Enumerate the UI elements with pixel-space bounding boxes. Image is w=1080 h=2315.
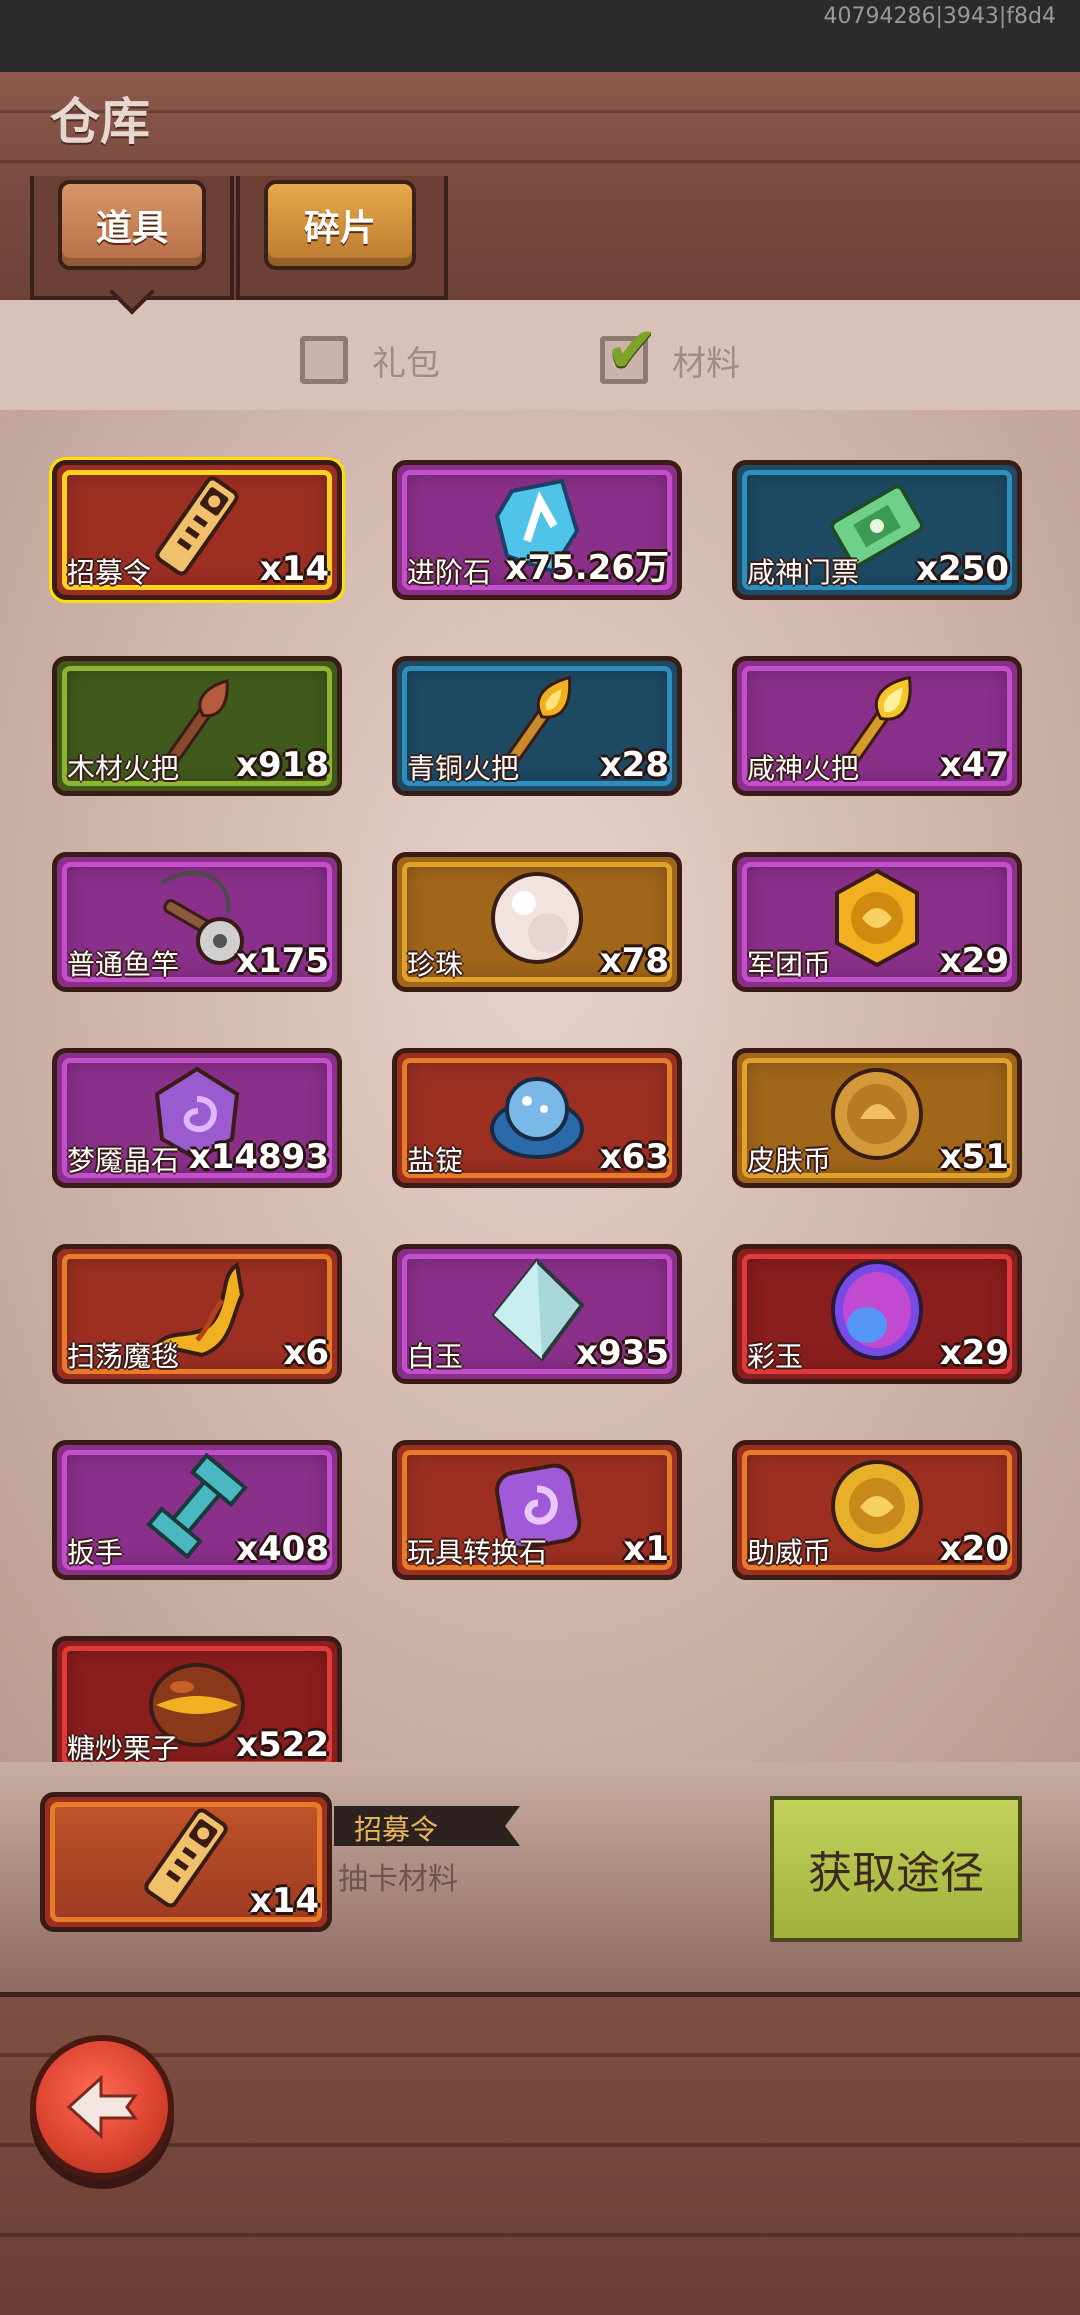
item-name: 皮肤币 xyxy=(747,1144,832,1177)
item-count: x20 xyxy=(939,1529,1009,1569)
item-name: 青铜火把 xyxy=(407,752,520,785)
item-count: x935 xyxy=(576,1333,669,1373)
item-card[interactable]: 进阶石 x75.26万 xyxy=(392,460,682,600)
item-name: 助威币 xyxy=(747,1536,832,1569)
item-card[interactable]: 木材火把 x918 xyxy=(52,656,342,796)
item-count: x63 xyxy=(599,1137,669,1177)
tab-items[interactable]: 道具 xyxy=(58,180,206,270)
selected-item-name: 招募令 xyxy=(354,1813,439,1846)
item-count: x522 xyxy=(236,1725,329,1762)
filter-gift-pack[interactable]: 礼包 xyxy=(300,332,440,388)
item-name: 玩具转换石 xyxy=(407,1536,548,1569)
item-card[interactable]: 梦魇晶石 x14893 xyxy=(52,1048,342,1188)
tab-bar: 道具 碎片 xyxy=(0,176,1080,304)
item-card[interactable]: 扳手 x408 xyxy=(52,1440,342,1580)
item-card[interactable]: 军团币 x29 xyxy=(732,852,1022,992)
tab-fragments[interactable]: 碎片 xyxy=(264,180,416,270)
item-card[interactable]: 咸神火把 x47 xyxy=(732,656,1022,796)
item-card[interactable]: 助威币 x20 xyxy=(732,1440,1022,1580)
item-name: 招募令 xyxy=(67,556,152,589)
item-count: x78 xyxy=(599,941,669,981)
inventory-panel[interactable]: 招募令 x14 进阶石 x75.26万 咸神门票 x250 木材火把 x918 青铜火把 x28 咸… xyxy=(0,410,1080,1762)
item-count: x918 xyxy=(236,745,329,785)
build-id-text: 40794286|3943|f8d4 xyxy=(823,4,1057,29)
gift-pack-label: 礼包 xyxy=(372,343,440,384)
item-count: x29 xyxy=(939,941,1009,981)
item-name: 白玉 xyxy=(407,1340,464,1373)
item-count: x6 xyxy=(283,1333,329,1373)
item-detail-panel: x14 招募令 抽卡材料 获取途径 xyxy=(0,1762,1080,1992)
page-title: 仓库 xyxy=(50,93,150,151)
item-name: 梦魇晶石 xyxy=(67,1144,180,1177)
item-name: 进阶石 xyxy=(407,556,492,589)
gift-pack-checkbox[interactable] xyxy=(300,336,348,384)
item-count: x28 xyxy=(599,745,669,785)
item-count: x14 xyxy=(259,549,329,589)
item-name: 普通鱼竿 xyxy=(67,948,180,981)
back-button[interactable] xyxy=(30,2035,174,2179)
recruit-token-icon xyxy=(137,471,257,581)
item-card[interactable]: 扫荡魔毯 x6 xyxy=(52,1244,342,1384)
selected-item-name-tag: 招募令 xyxy=(334,1806,520,1846)
item-count: x47 xyxy=(939,745,1009,785)
item-name: 彩玉 xyxy=(747,1340,804,1373)
color-jade-icon xyxy=(817,1255,937,1365)
item-card[interactable]: 白玉 x935 xyxy=(392,1244,682,1384)
item-name: 咸神门票 xyxy=(747,556,860,589)
item-name: 军团币 xyxy=(747,948,832,981)
selected-item-card: x14 xyxy=(40,1792,332,1932)
item-name: 扫荡魔毯 xyxy=(67,1340,180,1373)
item-name: 扳手 xyxy=(67,1536,124,1569)
item-count: x51 xyxy=(939,1137,1009,1177)
recruit-token-icon xyxy=(126,1803,246,1913)
item-card[interactable]: 彩玉 x29 xyxy=(732,1244,1022,1384)
item-name: 盐锭 xyxy=(407,1144,464,1177)
checkmark-icon: ✔ xyxy=(605,314,659,388)
item-card[interactable]: 糖炒栗子 x522 xyxy=(52,1636,342,1762)
cheer-coin-icon xyxy=(817,1451,937,1561)
pearl-icon xyxy=(477,863,597,973)
item-count: x175 xyxy=(236,941,329,981)
legion-coin-icon xyxy=(817,863,937,973)
selected-item-count: x14 xyxy=(249,1881,319,1921)
item-card[interactable]: 盐锭 x63 xyxy=(392,1048,682,1188)
item-count: x14893 xyxy=(188,1137,329,1177)
selected-item-description: 抽卡材料 xyxy=(338,1862,458,1897)
item-name: 咸神火把 xyxy=(747,752,860,785)
item-card[interactable]: 玩具转换石 x1 xyxy=(392,1440,682,1580)
item-name: 木材火把 xyxy=(67,752,180,785)
item-count: x75.26万 xyxy=(505,548,669,588)
item-card[interactable]: 青铜火把 x28 xyxy=(392,656,682,796)
page-header: 仓库 xyxy=(0,72,1080,184)
back-arrow-icon xyxy=(66,2074,138,2140)
footer-wood xyxy=(0,1992,1080,2315)
skin-coin-icon xyxy=(817,1059,937,1169)
item-card[interactable]: 招募令 x14 xyxy=(52,460,342,600)
item-name: 糖炒栗子 xyxy=(67,1732,180,1762)
item-count: x29 xyxy=(939,1333,1009,1373)
get-source-button[interactable]: 获取途径 xyxy=(770,1796,1022,1942)
top-status-bar: 40794286|3943|f8d4 xyxy=(0,0,1080,72)
item-count: x1 xyxy=(623,1529,669,1569)
item-card[interactable]: 皮肤币 x51 xyxy=(732,1048,1022,1188)
item-count: x250 xyxy=(916,549,1009,589)
salt-ingot-icon xyxy=(477,1059,597,1169)
filter-material[interactable]: ✔ 材料 xyxy=(600,319,740,388)
material-label: 材料 xyxy=(672,343,740,384)
item-card[interactable]: 珍珠 x78 xyxy=(392,852,682,992)
item-card[interactable]: 咸神门票 x250 xyxy=(732,460,1022,600)
item-card[interactable]: 普通鱼竿 x175 xyxy=(52,852,342,992)
item-count: x408 xyxy=(236,1529,329,1569)
material-checkbox[interactable]: ✔ xyxy=(600,319,659,384)
filter-bar: 礼包 ✔ 材料 xyxy=(0,300,1080,413)
item-name: 珍珠 xyxy=(407,948,464,981)
